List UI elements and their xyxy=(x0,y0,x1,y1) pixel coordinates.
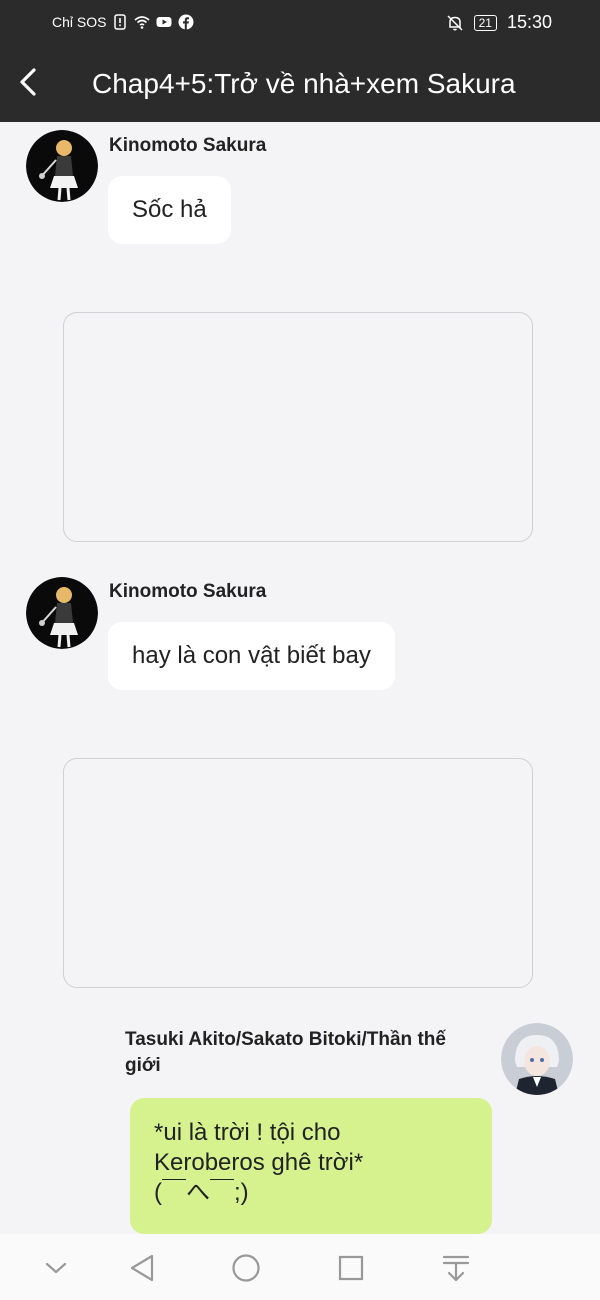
notification-pull-button[interactable] xyxy=(438,1252,474,1284)
clock: 15:30 xyxy=(506,12,552,32)
message-text-line-3: (￣へ￣;) xyxy=(154,1179,249,1206)
message-bubble[interactable]: Sốc hả xyxy=(108,176,231,244)
sender-name: Kinomoto Sakura xyxy=(109,135,267,156)
home-circle-icon xyxy=(232,1254,260,1282)
system-nav-bar xyxy=(0,1234,600,1300)
nav-recents-button[interactable] xyxy=(333,1252,369,1284)
media-placeholder[interactable] xyxy=(63,312,533,542)
back-button[interactable] xyxy=(10,60,50,104)
battery-icon: 21 xyxy=(473,14,497,31)
youtube-icon xyxy=(156,17,172,27)
avatar-image xyxy=(26,577,98,649)
app-header: Chap4+5:Trở về nhà+xem Sakura xyxy=(0,48,600,122)
message-text-line-2: Keroberos ghê trời* xyxy=(154,1149,364,1176)
mute-bell-icon xyxy=(447,14,463,31)
avatar-image xyxy=(501,1023,573,1095)
sender-name-line-2: giới xyxy=(125,1055,161,1076)
collapse-button[interactable] xyxy=(38,1252,74,1284)
status-right: 21 15:30 xyxy=(446,12,552,33)
facebook-icon xyxy=(178,14,194,30)
chevron-left-icon xyxy=(20,68,36,96)
avatar[interactable] xyxy=(501,1023,573,1095)
carrier-label: Chỉ SOS xyxy=(52,14,107,30)
sender-name-line-1: Tasuki Akito/Sakato Bitoki/Thần thế xyxy=(125,1029,446,1050)
recents-square-icon xyxy=(338,1255,364,1281)
sim-alert-icon xyxy=(114,14,127,30)
media-placeholder[interactable] xyxy=(63,758,533,988)
back-triangle-icon xyxy=(130,1254,154,1282)
pull-down-icon xyxy=(442,1255,470,1282)
avatar-image xyxy=(26,130,98,202)
status-bar: Chỉ SOS 21 15:30 xyxy=(0,0,600,48)
wifi-icon xyxy=(134,16,150,29)
own-message-bubble[interactable]: *ui là trời ! tội cho Keroberos ghê trời… xyxy=(130,1098,492,1234)
message-text: Sốc hả xyxy=(132,196,207,223)
status-left: Chỉ SOS xyxy=(52,14,194,30)
page-title: Chap4+5:Trở về nhà+xem Sakura xyxy=(92,68,516,99)
nav-home-button[interactable] xyxy=(228,1252,264,1284)
nav-back-button[interactable] xyxy=(124,1252,160,1284)
avatar[interactable] xyxy=(26,130,98,202)
chevron-down-icon xyxy=(45,1262,67,1274)
avatar[interactable] xyxy=(26,577,98,649)
message-bubble[interactable]: hay là con vật biết bay xyxy=(108,622,395,690)
sender-name: Tasuki Akito/Sakato Bitoki/Thần thế giới xyxy=(125,1027,446,1079)
message-text-line-1: *ui là trời ! tội cho xyxy=(154,1119,341,1146)
message-text: hay là con vật biết bay xyxy=(132,642,371,669)
sender-name: Kinomoto Sakura xyxy=(109,581,267,602)
